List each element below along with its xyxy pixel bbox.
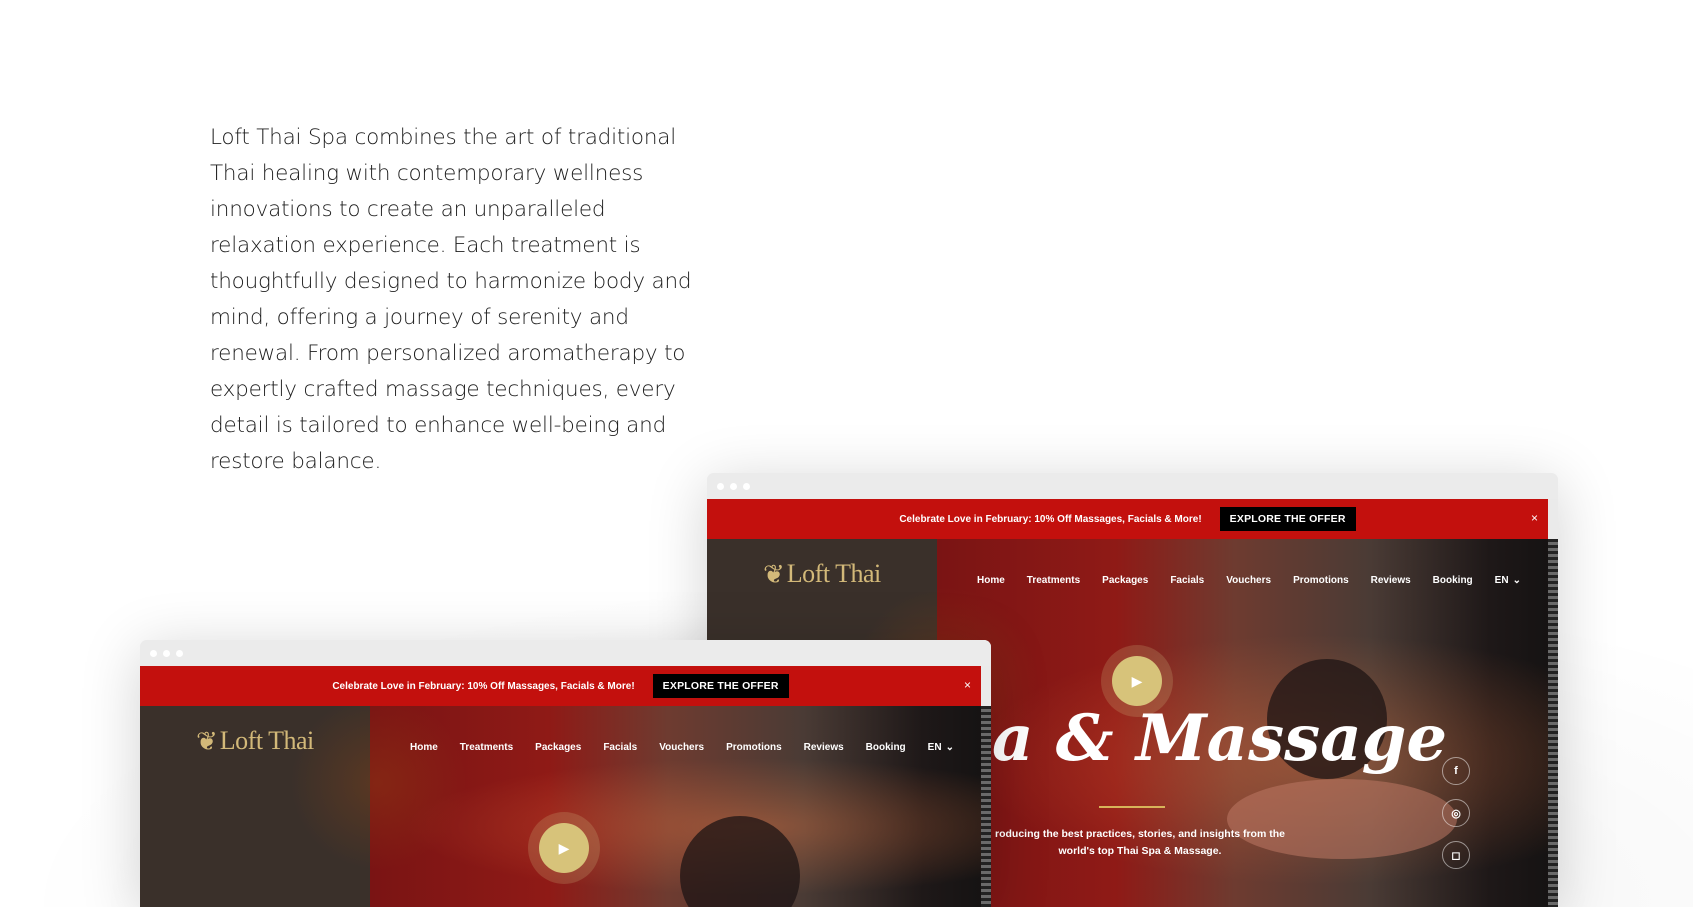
- browser-window-front: Celebrate Love in February: 10% Off Mass…: [140, 640, 991, 907]
- language-label: EN: [1494, 575, 1509, 586]
- intro-paragraph: Loft Thai Spa combines the art of tradit…: [210, 125, 692, 474]
- window-dot[interactable]: [163, 650, 170, 657]
- nav-item-reviews[interactable]: Reviews: [804, 742, 844, 753]
- instagram-icon[interactable]: ◻: [1442, 841, 1470, 869]
- nav-item-packages[interactable]: Packages: [535, 742, 581, 753]
- promo-banner: Celebrate Love in February: 10% Off Mass…: [140, 666, 981, 706]
- nav-item-treatments[interactable]: Treatments: [460, 742, 513, 753]
- play-button[interactable]: ▶: [528, 812, 600, 884]
- hero-section: ❦ Loft Thai Home Treatments Packages Fac…: [140, 706, 991, 907]
- window-dot[interactable]: [743, 483, 750, 490]
- nav-item-facials[interactable]: Facials: [1170, 575, 1204, 586]
- facebook-icon[interactable]: f: [1442, 757, 1470, 785]
- main-nav: Home Treatments Packages Facials Voucher…: [410, 742, 954, 753]
- play-icon: ▶: [1112, 656, 1162, 706]
- close-icon[interactable]: ×: [1531, 511, 1538, 525]
- scroll-edge: [1548, 539, 1558, 907]
- promo-banner: Celebrate Love in February: 10% Off Mass…: [707, 499, 1548, 539]
- nav-item-home[interactable]: Home: [977, 575, 1005, 586]
- scroll-edge: [981, 706, 991, 907]
- logo-text: Loft Thai: [786, 559, 881, 588]
- chevron-down-icon: ⌄: [1512, 575, 1521, 586]
- logo-text: Loft Thai: [219, 726, 314, 755]
- browser-chrome: [140, 640, 991, 666]
- logo[interactable]: ❦ Loft Thai: [196, 726, 314, 756]
- nav-item-booking[interactable]: Booking: [1433, 575, 1473, 586]
- window-dot[interactable]: [176, 650, 183, 657]
- language-label: EN: [927, 742, 942, 753]
- play-icon: ▶: [539, 823, 589, 873]
- nav-item-booking[interactable]: Booking: [866, 742, 906, 753]
- browser-chrome: [707, 473, 1558, 499]
- promo-text: Celebrate Love in February: 10% Off Mass…: [899, 513, 1202, 525]
- gold-divider: [1099, 806, 1165, 811]
- lotus-icon: ❦: [763, 559, 785, 589]
- nav-item-promotions[interactable]: Promotions: [726, 742, 782, 753]
- logo[interactable]: ❦ Loft Thai: [763, 559, 881, 589]
- hero-headline: a & Massage: [992, 701, 1448, 776]
- chevron-down-icon: ⌄: [945, 742, 954, 753]
- nav-item-treatments[interactable]: Treatments: [1027, 575, 1080, 586]
- nav-item-reviews[interactable]: Reviews: [1371, 575, 1411, 586]
- window-dot[interactable]: [730, 483, 737, 490]
- language-selector[interactable]: EN ⌄: [1495, 575, 1521, 586]
- nav-item-promotions[interactable]: Promotions: [1293, 575, 1349, 586]
- nav-item-packages[interactable]: Packages: [1102, 575, 1148, 586]
- window-dot[interactable]: [717, 483, 724, 490]
- nav-item-vouchers[interactable]: Vouchers: [1226, 575, 1271, 586]
- nav-item-facials[interactable]: Facials: [603, 742, 637, 753]
- chat-icon[interactable]: ◎: [1442, 799, 1470, 827]
- main-nav: Home Treatments Packages Facials Voucher…: [977, 575, 1521, 586]
- nav-item-vouchers[interactable]: Vouchers: [659, 742, 704, 753]
- language-selector[interactable]: EN ⌄: [928, 742, 954, 753]
- nav-item-home[interactable]: Home: [410, 742, 438, 753]
- promo-text: Celebrate Love in February: 10% Off Mass…: [332, 680, 635, 692]
- close-icon[interactable]: ×: [964, 678, 971, 692]
- lotus-icon: ❦: [196, 726, 218, 756]
- window-controls: [150, 650, 183, 657]
- window-controls: [717, 483, 750, 490]
- window-dot[interactable]: [150, 650, 157, 657]
- explore-offer-button[interactable]: EXPLORE THE OFFER: [1219, 507, 1356, 531]
- hero-subheadline: roducing the best practices, stories, an…: [995, 828, 1285, 857]
- explore-offer-button[interactable]: EXPLORE THE OFFER: [652, 674, 789, 698]
- therapist-figure: [680, 816, 800, 907]
